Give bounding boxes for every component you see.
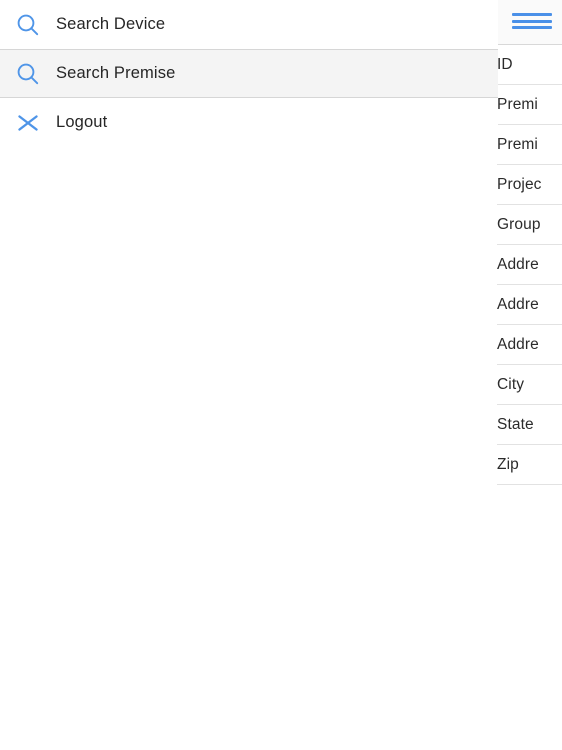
field-label: Addre xyxy=(497,336,539,353)
search-icon xyxy=(0,12,56,38)
field-row[interactable]: State xyxy=(497,405,562,445)
field-row[interactable]: Zip xyxy=(497,445,562,485)
field-label: City xyxy=(497,376,525,393)
field-label: Group xyxy=(497,216,541,233)
menu-item-search-premise[interactable]: Search Premise xyxy=(0,49,498,98)
detail-panel-header xyxy=(497,0,562,45)
field-row[interactable]: Projec xyxy=(497,165,562,205)
close-x-icon xyxy=(0,110,56,136)
field-row[interactable]: Group xyxy=(497,205,562,245)
hamburger-bar-top xyxy=(512,13,552,16)
menu-item-label: Search Device xyxy=(56,15,166,33)
field-label: Premi xyxy=(497,96,538,113)
app-root: ID Premi Premi Projec Group Addre Addre … xyxy=(0,0,562,750)
detail-panel: ID Premi Premi Projec Group Addre Addre … xyxy=(497,0,562,750)
field-row[interactable]: City xyxy=(497,365,562,405)
menu-item-label: Logout xyxy=(56,113,108,131)
field-label: ID xyxy=(497,56,513,73)
field-row[interactable]: ID xyxy=(497,45,562,85)
navigation-menu-list: Search Device Search Premise Logout xyxy=(0,0,498,147)
field-label: State xyxy=(497,416,534,433)
field-label: Addre xyxy=(497,296,539,313)
search-icon xyxy=(0,61,56,87)
menu-item-search-device[interactable]: Search Device xyxy=(0,0,498,49)
field-row[interactable]: Addre xyxy=(497,245,562,285)
premise-field-list: ID Premi Premi Projec Group Addre Addre … xyxy=(497,45,562,485)
field-row[interactable]: Addre xyxy=(497,325,562,365)
field-label: Zip xyxy=(497,456,519,473)
field-row[interactable]: Premi xyxy=(497,125,562,165)
field-row[interactable]: Addre xyxy=(497,285,562,325)
hamburger-bar-middle xyxy=(512,19,552,23)
hamburger-bar-bottom xyxy=(512,26,552,29)
menu-item-label: Search Premise xyxy=(56,64,176,82)
field-label: Projec xyxy=(497,176,542,193)
field-label: Addre xyxy=(497,256,539,273)
hamburger-menu-icon[interactable] xyxy=(512,11,552,31)
menu-item-logout[interactable]: Logout xyxy=(0,98,498,147)
field-row[interactable]: Premi xyxy=(497,85,562,125)
navigation-menu-overlay: Search Device Search Premise Logout xyxy=(0,0,498,147)
field-label: Premi xyxy=(497,136,538,153)
